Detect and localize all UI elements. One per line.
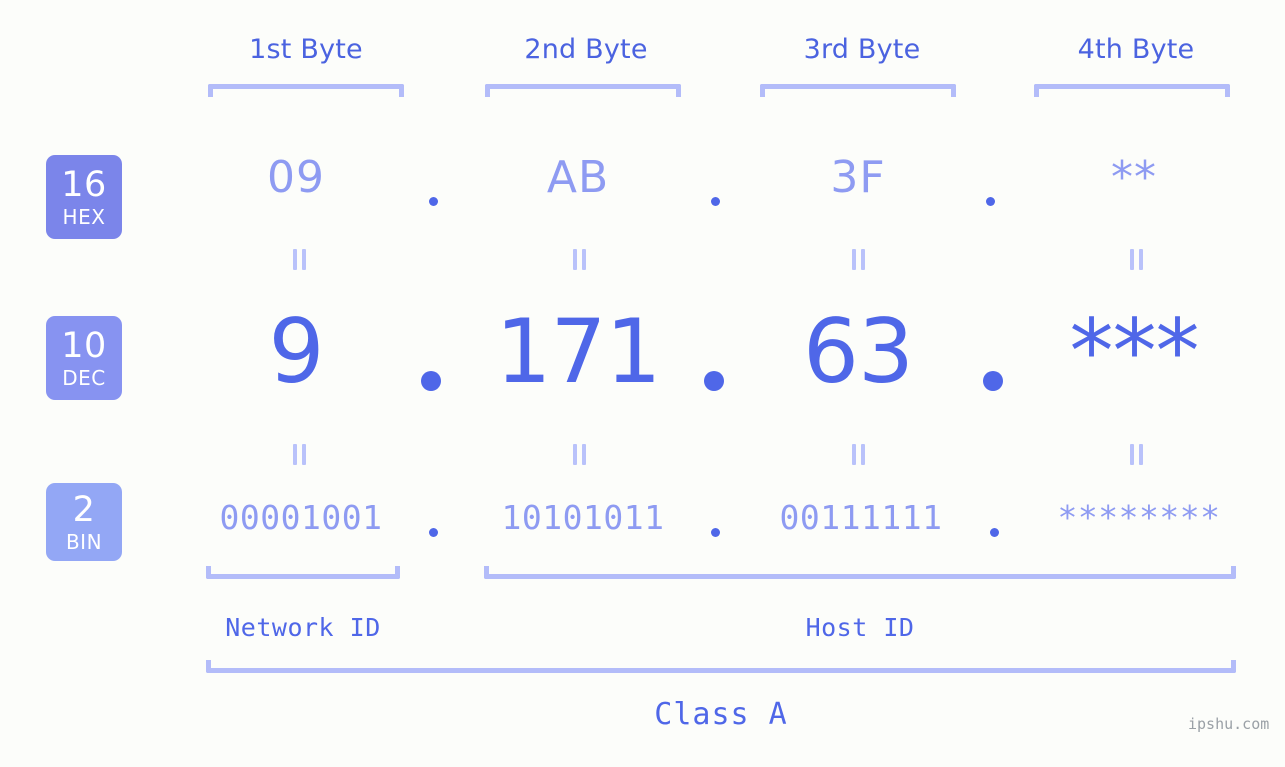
bin-separator-1 — [429, 528, 438, 537]
base-badge-dec: 10 DEC — [46, 316, 122, 400]
equals-marker-hex-dec-1 — [292, 249, 308, 270]
base-badge-hex-label: HEX — [62, 204, 106, 229]
host-id-label: Host ID — [805, 613, 915, 642]
dec-byte-1: 9 — [268, 300, 325, 403]
equals-marker-hex-dec-4 — [1129, 249, 1145, 270]
dec-separator-1 — [421, 371, 441, 391]
base-badge-dec-label: DEC — [62, 365, 106, 390]
byte-header-4: 4th Byte — [1077, 34, 1195, 65]
base-badge-bin: 2 BIN — [46, 483, 122, 561]
byte-header-3: 3rd Byte — [803, 34, 921, 65]
dec-byte-4: *** — [1069, 300, 1200, 403]
bin-byte-4: ******** — [1057, 498, 1221, 537]
base-badge-dec-number: 10 — [61, 325, 107, 366]
hex-byte-4: ** — [1111, 152, 1157, 203]
hex-separator-3 — [986, 197, 995, 206]
host-id-bracket — [484, 566, 1236, 579]
hex-byte-3: 3F — [830, 152, 886, 203]
dec-separator-2 — [704, 371, 724, 391]
hex-separator-1 — [429, 197, 438, 206]
bin-byte-1: 00001001 — [219, 498, 383, 537]
bin-separator-2 — [711, 528, 720, 537]
equals-marker-dec-bin-4 — [1129, 444, 1145, 465]
byte-bracket-3 — [760, 84, 956, 97]
base-badge-bin-number: 2 — [72, 489, 96, 530]
bin-separator-3 — [990, 528, 999, 537]
hex-byte-2: AB — [546, 152, 610, 203]
bin-byte-3: 00111111 — [779, 498, 943, 537]
bin-byte-2: 10101011 — [501, 498, 665, 537]
byte-bracket-4 — [1034, 84, 1230, 97]
hex-byte-1: 09 — [267, 152, 325, 203]
network-id-label: Network ID — [225, 613, 381, 642]
dec-byte-3: 63 — [803, 300, 914, 403]
equals-marker-dec-bin-2 — [572, 444, 588, 465]
byte-header-2: 2nd Byte — [524, 34, 648, 65]
base-badge-hex: 16 HEX — [46, 155, 122, 239]
byte-bracket-1 — [208, 84, 404, 97]
dec-byte-2: 171 — [495, 300, 662, 403]
hex-separator-2 — [711, 197, 720, 206]
byte-header-1: 1st Byte — [249, 34, 363, 65]
byte-bracket-2 — [485, 84, 681, 97]
class-label: Class A — [654, 697, 788, 732]
class-bracket — [206, 660, 1236, 673]
network-id-bracket — [206, 566, 400, 579]
base-badge-bin-label: BIN — [65, 529, 103, 554]
site-watermark: ipshu.com — [1188, 715, 1270, 733]
dec-separator-3 — [983, 371, 1003, 391]
equals-marker-hex-dec-3 — [851, 249, 867, 270]
base-badge-hex-number: 16 — [61, 164, 107, 205]
equals-marker-dec-bin-1 — [292, 444, 308, 465]
ip-address-breakdown-diagram: 1st Byte 2nd Byte 3rd Byte 4th Byte 16 H… — [0, 0, 1285, 767]
equals-marker-dec-bin-3 — [851, 444, 867, 465]
equals-marker-hex-dec-2 — [572, 249, 588, 270]
